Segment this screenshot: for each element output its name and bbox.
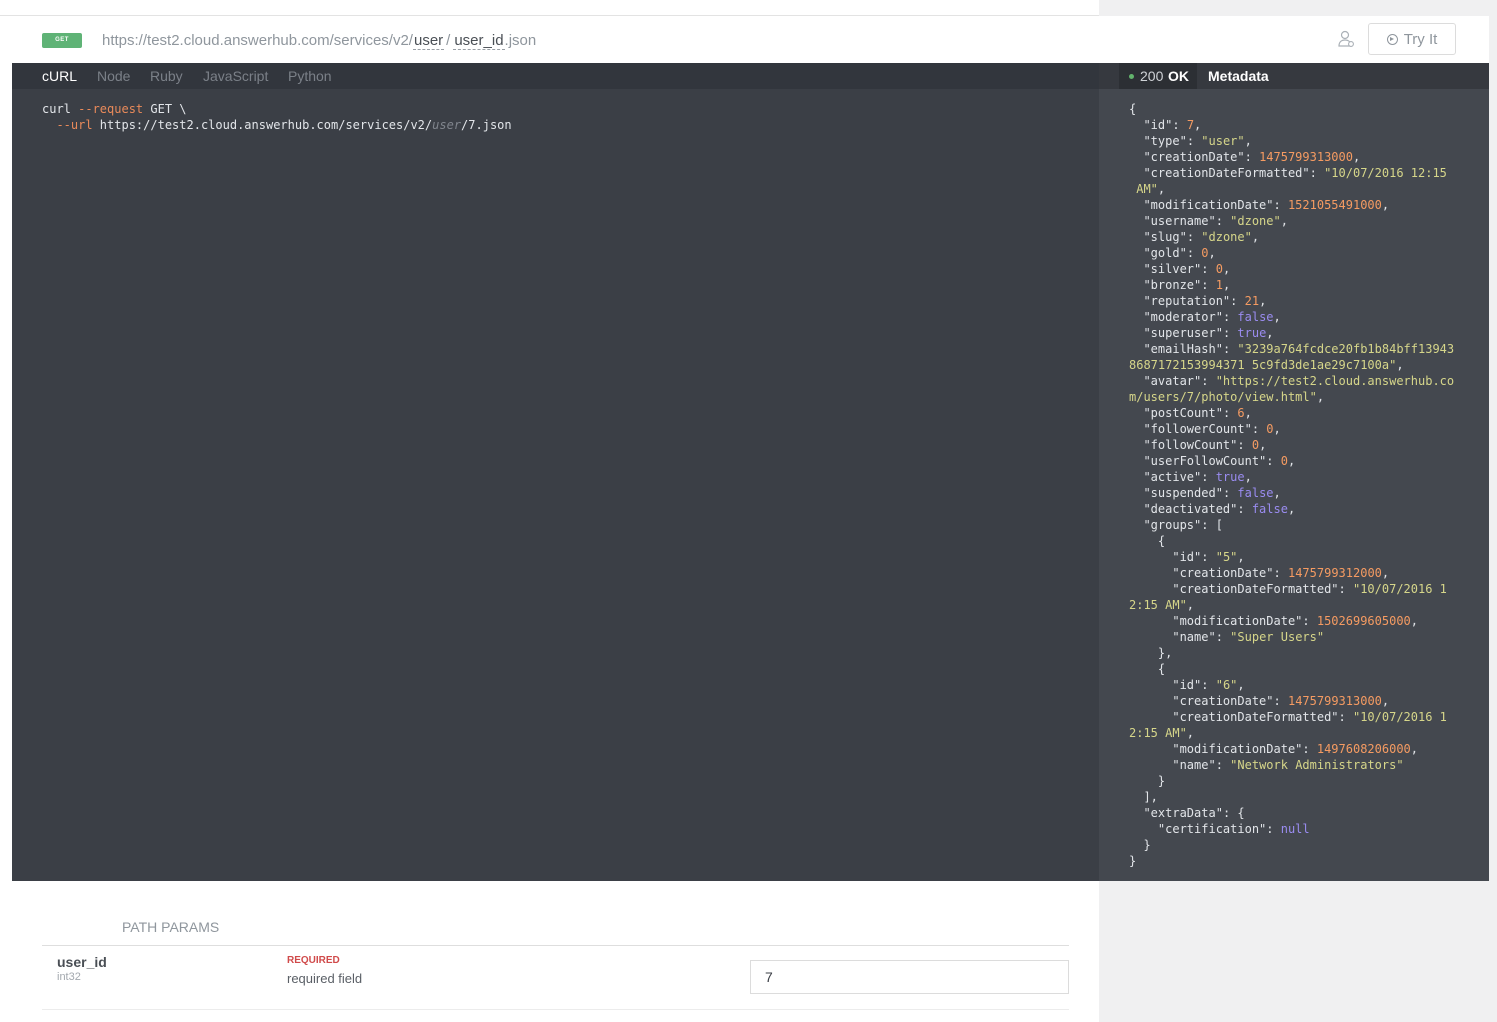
curl-code-sample[interactable]: curl --request GET \ --url https://test2… [42,101,512,133]
language-tabs: cURL Node Ruby JavaScript Python [12,63,1099,89]
url-suffix: .json [504,32,537,49]
code-sample-panel: cURL Node Ruby JavaScript Python curl --… [12,63,1099,881]
request-url: https://test2.cloud.answerhub.com/servic… [102,32,537,50]
tab-python[interactable]: Python [288,68,332,84]
url-prefix: https://test2.cloud.answerhub.com/servic… [102,32,413,49]
status-code: 200 [1140,68,1164,84]
user-id-input[interactable] [750,960,1069,994]
status-dot-icon [1129,74,1134,79]
response-panel: 200 OK Metadata { "id": 7, "type": "user… [1099,63,1489,881]
tab-curl[interactable]: cURL [42,68,77,84]
try-it-button[interactable]: Try It [1368,23,1456,55]
response-json-body: { "id": 7, "type": "user", "creationDate… [1129,102,1455,868]
param-type: int32 [57,971,81,983]
param-required-badge: REQUIRED [287,955,340,966]
tab-ruby[interactable]: Ruby [150,68,183,84]
status-text: OK [1168,68,1189,84]
user-auth-icon[interactable] [1338,30,1354,48]
http-method-badge: GET [42,33,82,48]
param-description: required field [287,971,363,986]
response-tabs: 200 OK Metadata [1099,63,1489,89]
path-params-heading: PATH PARAMS [122,919,220,935]
tab-response-status[interactable]: 200 OK [1119,63,1197,89]
url-separator: / [446,32,451,49]
request-url-bar: GET https://test2.cloud.answerhub.com/se… [0,16,1489,63]
path-params-divider [42,945,1069,946]
try-it-label: Try It [1403,30,1438,48]
tab-node[interactable]: Node [97,68,130,84]
play-circle-icon [1386,33,1398,45]
path-params-bottom-divider [42,1009,1069,1010]
tab-metadata[interactable]: Metadata [1208,68,1269,84]
tab-javascript[interactable]: JavaScript [203,68,268,84]
param-name: user_id [57,954,107,970]
url-segment-user[interactable]: user [412,32,445,50]
url-segment-user-id[interactable]: user_id [453,32,505,50]
